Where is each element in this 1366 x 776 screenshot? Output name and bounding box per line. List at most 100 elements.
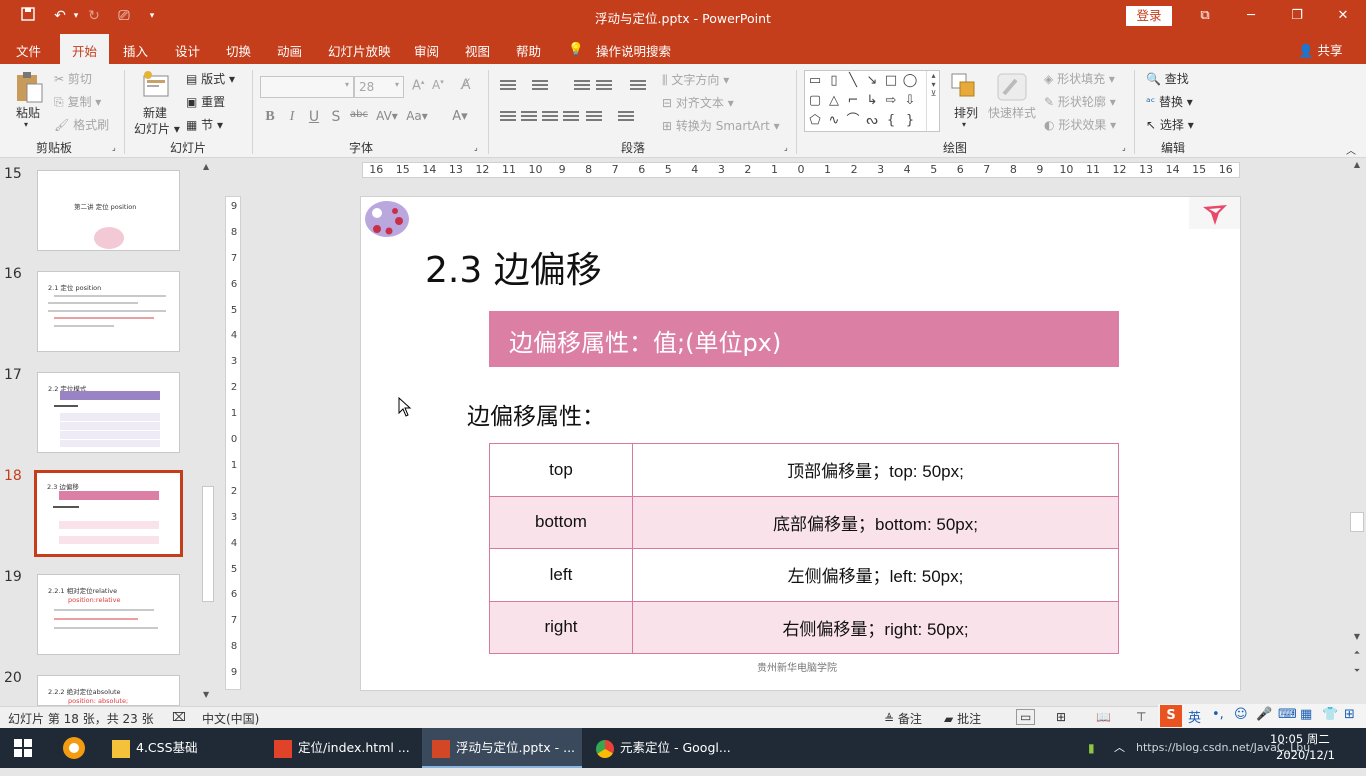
ime-mode-indicator[interactable]: 英 — [1188, 707, 1201, 726]
slide-canvas[interactable]: 2.3 边偏移 边偏移属性：值;(单位px) 边偏移属性： top 顶部偏移量；… — [360, 196, 1241, 691]
menu-grid-icon[interactable]: ⊞ — [1344, 707, 1355, 722]
paste-button[interactable]: 粘贴 — [16, 104, 40, 121]
slide-thumbnail[interactable]: 第二讲 定位 position — [37, 170, 180, 251]
slide-thumbnail[interactable]: 2.2 定位模式 — [37, 372, 180, 453]
start-from-beginning-icon[interactable]: ⎚ — [114, 7, 134, 25]
scroll-up-icon[interactable]: ▲ — [203, 162, 209, 171]
paste-dropdown-icon[interactable]: ▾ — [24, 120, 28, 129]
login-button[interactable]: 登录 — [1126, 6, 1172, 26]
gallery-scroll[interactable]: ▴ ▾ ⊻ — [926, 71, 940, 131]
slide-thumbnail[interactable]: 2.2.1 相对定位relative position:relative — [37, 574, 180, 655]
curve-shape-icon[interactable]: ᔓ — [864, 113, 880, 129]
redo-icon[interactable]: ↻ — [84, 7, 104, 25]
scribble-shape-icon[interactable]: ∿ — [826, 113, 842, 129]
vertical-textbox-shape-icon[interactable]: ▯ — [826, 73, 842, 89]
change-case-icon[interactable]: Aa▾ — [405, 109, 429, 123]
notes-button[interactable]: ≜ 备注 — [884, 710, 922, 727]
rounded-rect-shape-icon[interactable]: ▢ — [807, 93, 823, 109]
arrange-icon[interactable] — [950, 72, 978, 103]
comments-button[interactable]: ▰ 批注 — [944, 710, 981, 727]
tell-me-search[interactable]: 操作说明搜索 — [596, 41, 671, 60]
new-slide-button[interactable]: 幻灯片 ▾ — [134, 120, 180, 137]
shape-outline-button[interactable]: ✎ 形状轮廓 ▾ — [1044, 93, 1116, 110]
shape-fill-button[interactable]: ◈ 形状填充 ▾ — [1044, 70, 1115, 87]
clipboard-launcher-icon[interactable]: ⌟ — [112, 143, 116, 152]
battery-icon[interactable]: ▮ — [1088, 728, 1102, 768]
strikethrough-icon[interactable]: abc — [348, 109, 370, 120]
slide-sorter-icon[interactable]: ⊞ — [1056, 710, 1066, 724]
keyboard-icon[interactable]: ⌨ — [1278, 707, 1297, 722]
microphone-icon[interactable]: 🎤 — [1256, 707, 1272, 722]
taskbar-item[interactable]: 定位/index.html ... — [264, 728, 414, 768]
normal-view-icon[interactable]: ▭ — [1016, 709, 1036, 725]
tab-file[interactable]: 文件 — [16, 41, 41, 60]
scroll-thumb[interactable] — [1350, 512, 1364, 532]
tab-home[interactable]: 开始 — [60, 34, 110, 64]
left-brace-shape-icon[interactable]: { — [883, 113, 899, 129]
slide-thumbnail-active[interactable]: 2.3 边偏移 — [34, 470, 183, 557]
taskbar-item[interactable]: 元素定位 - Googl... — [586, 728, 736, 768]
text-direction-button[interactable]: ⫼ 文字方向 ▾ — [662, 71, 729, 88]
language-indicator[interactable]: 中文(中国) — [202, 710, 259, 727]
cut-button[interactable]: ✂ 剪切 — [54, 70, 92, 87]
tab-slideshow[interactable]: 幻灯片放映 — [328, 41, 391, 60]
reset-button[interactable]: ▣ 重置 — [186, 93, 225, 110]
char-spacing-icon[interactable]: AV▾ — [374, 109, 400, 123]
select-button[interactable]: ↖ 选择 ▾ — [1146, 116, 1194, 133]
copy-button[interactable]: ⎘ 复制 ▾ — [54, 93, 101, 110]
toolbox-icon[interactable]: ▦ — [1300, 707, 1312, 722]
align-left-icon[interactable] — [500, 111, 516, 123]
underline-icon[interactable]: U — [305, 109, 323, 125]
slide-scrollbar[interactable]: ▲ ▼ ⏶ ⏷ — [1348, 158, 1366, 706]
tab-transitions[interactable]: 切换 — [226, 41, 251, 60]
taskbar-item-active[interactable]: 浮动与定位.pptx - ... — [422, 728, 582, 768]
tab-animations[interactable]: 动画 — [277, 41, 302, 60]
bullets-icon[interactable] — [500, 80, 516, 92]
tab-insert[interactable]: 插入 — [123, 41, 148, 60]
punctuation-icon[interactable]: •, — [1212, 707, 1224, 722]
shapes-gallery[interactable]: ▭ ▯ ╲ ↘ □ ◯ ▢ △ ⌐ ↳ ⇨ ⇩ ⬠ ∿ ⌒ ᔓ { } ▴ ▾ ⊻ — [804, 70, 940, 132]
share-button[interactable]: 👤 共享 — [1298, 40, 1343, 59]
new-slide-icon[interactable] — [142, 70, 172, 101]
increase-indent-icon[interactable] — [596, 80, 612, 92]
align-right-icon[interactable] — [542, 111, 558, 123]
scroll-up-icon[interactable]: ▲ — [1350, 160, 1364, 169]
next-slide-icon[interactable]: ⏷ — [1350, 666, 1364, 676]
format-painter-button[interactable]: 🖌 格式刷 — [54, 116, 109, 133]
font-launcher-icon[interactable]: ⌟ — [474, 143, 478, 152]
replace-button[interactable]: ᵃᶜ 替换 ▾ — [1146, 93, 1193, 110]
slide-thumbnail[interactable]: 2.2.2 绝对定位absolute position: absolute; — [37, 675, 180, 706]
bold-icon[interactable]: B — [261, 109, 279, 125]
tab-help[interactable]: 帮助 — [516, 41, 541, 60]
columns-icon[interactable] — [618, 111, 634, 123]
font-color-icon[interactable]: A▾ — [448, 109, 472, 124]
line-spacing-icon[interactable] — [630, 80, 646, 92]
windows-start-icon[interactable] — [14, 728, 38, 768]
scroll-down-icon[interactable]: ▼ — [203, 690, 209, 699]
arrow-line-shape-icon[interactable]: ↘ — [864, 73, 880, 89]
shape-effects-button[interactable]: ◐ 形状效果 ▾ — [1044, 116, 1116, 133]
restore-button[interactable]: ❐ — [1282, 6, 1312, 26]
distributed-icon[interactable] — [586, 111, 602, 123]
italic-icon[interactable]: I — [283, 109, 301, 125]
quick-styles-button[interactable]: 快速样式 — [988, 104, 1036, 121]
elbow-connector-shape-icon[interactable]: ↳ — [864, 93, 880, 109]
slideshow-view-icon[interactable]: ⊤ — [1136, 710, 1146, 724]
spell-check-icon[interactable]: ⌧ — [172, 710, 186, 724]
clock-time[interactable]: 10:05 周二 — [1270, 731, 1330, 747]
app-launcher-icon[interactable] — [62, 728, 92, 768]
decrease-font-icon[interactable]: A▾ — [432, 78, 444, 92]
paragraph-launcher-icon[interactable]: ⌟ — [784, 143, 788, 152]
drawing-launcher-icon[interactable]: ⌟ — [1122, 143, 1126, 152]
reading-view-icon[interactable]: 📖 — [1096, 710, 1111, 724]
smartart-button[interactable]: ⊞ 转换为 SmartArt ▾ — [662, 117, 780, 134]
tray-chevron-icon[interactable]: ︿ — [1114, 728, 1125, 768]
tab-review[interactable]: 审阅 — [414, 41, 439, 60]
triangle-shape-icon[interactable]: △ — [826, 93, 842, 109]
arrange-button[interactable]: 排列 — [954, 104, 978, 121]
shadow-icon[interactable]: S — [327, 109, 345, 125]
font-size-field[interactable]: 28 ▾ — [354, 76, 404, 98]
clock-date[interactable]: 2020/12/1 — [1276, 748, 1335, 762]
align-center-icon[interactable] — [521, 111, 537, 123]
find-button[interactable]: 🔍 查找 — [1146, 70, 1189, 87]
